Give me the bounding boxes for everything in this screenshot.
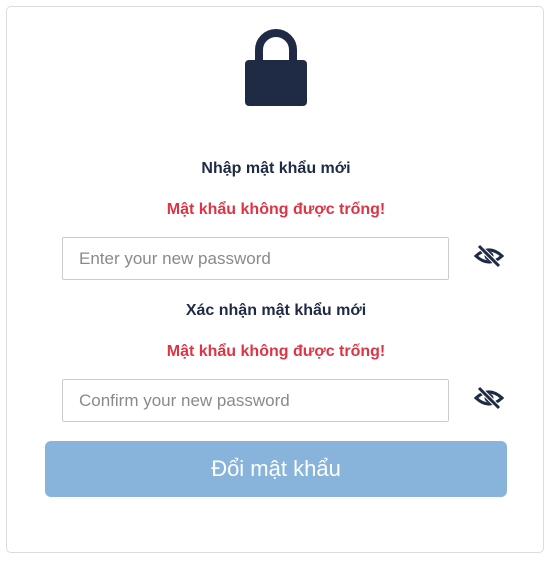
- lock-icon: [245, 29, 307, 106]
- confirm-password-error: Mật khẩu không được trống!: [166, 343, 386, 360]
- confirm-password-label: Xác nhận mật khẩu mới: [185, 302, 367, 319]
- confirm-password-input[interactable]: [62, 379, 449, 422]
- new-password-error: Mật khẩu không được trống!: [166, 201, 386, 218]
- change-password-button[interactable]: Đổi mật khẩu: [45, 441, 507, 497]
- new-password-input[interactable]: [62, 237, 449, 280]
- new-password-label: Nhập mật khẩu mới: [201, 160, 351, 177]
- eye-slash-icon[interactable]: [473, 385, 505, 411]
- eye-slash-icon[interactable]: [473, 243, 505, 269]
